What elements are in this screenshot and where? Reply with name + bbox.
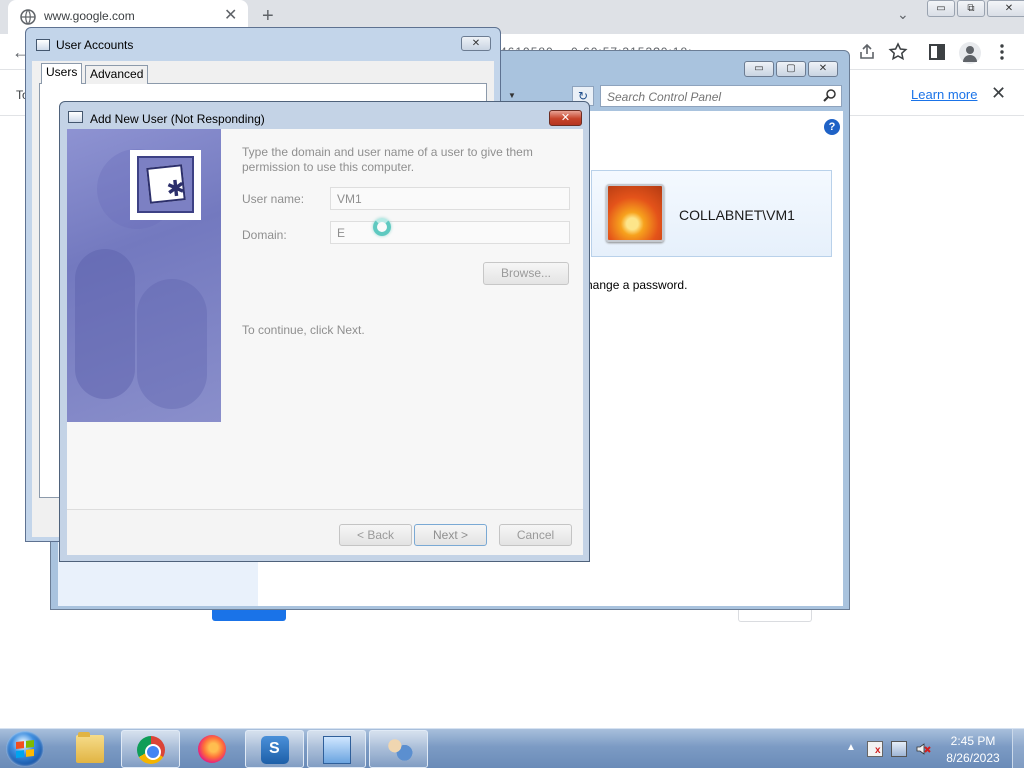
cancel-button[interactable]: Cancel	[499, 524, 572, 546]
close-button[interactable]: ✕	[549, 110, 582, 126]
menu-icon[interactable]	[992, 42, 1012, 62]
search-input[interactable]	[607, 89, 817, 105]
add-new-user-body: ✱ Type the domain and user name of a use…	[67, 129, 583, 555]
taskbar-control-panel[interactable]	[307, 730, 366, 768]
search-box[interactable]	[600, 85, 842, 107]
restore-button[interactable]: ⧉	[957, 0, 985, 17]
user-name: COLLABNET\VM1	[679, 207, 795, 223]
clock-time[interactable]: 2:45 PM	[948, 734, 998, 748]
profile-icon[interactable]	[959, 42, 981, 64]
window-icon	[36, 39, 50, 51]
network-icon[interactable]	[891, 741, 907, 757]
tab-advanced[interactable]: Advanced	[85, 65, 149, 84]
domain-field[interactable]	[330, 221, 570, 244]
keys-icon-glyph: ✱	[165, 175, 187, 202]
user-picture	[606, 184, 664, 242]
help-icon[interactable]: ?	[824, 119, 840, 135]
search-icon[interactable]	[823, 88, 837, 102]
dialog-title: Add New User (Not Responding)	[90, 112, 265, 126]
folder-icon	[76, 732, 104, 763]
minimize-button[interactable]: ▭	[927, 0, 955, 17]
taskbar-chrome[interactable]	[121, 730, 180, 768]
info-bar-close-icon[interactable]: ✕	[991, 83, 1006, 104]
window-icon	[68, 111, 83, 123]
volume-muted-icon[interactable]	[915, 741, 931, 757]
wizard-banner-shape	[137, 279, 207, 409]
taskbar-user-accounts[interactable]	[369, 730, 428, 768]
maximize-button[interactable]: ▢	[776, 61, 806, 77]
add-new-user-dialog: Add New User (Not Responding) ✕ ✱ Type t…	[59, 101, 590, 562]
tab-title: www.google.com	[44, 9, 135, 23]
wizard-banner: ✱	[67, 129, 221, 422]
start-button[interactable]	[6, 731, 44, 767]
taskbar-explorer[interactable]	[61, 730, 120, 768]
keys-icon: ✱	[130, 150, 201, 220]
next-button[interactable]: Next >	[414, 524, 487, 546]
taskbar: ▲ 2:45 PM 8/26/2023	[0, 728, 1024, 768]
clock-date[interactable]: 8/26/2023	[944, 751, 1002, 765]
action-center-icon[interactable]	[867, 741, 883, 757]
control-panel-icon	[323, 736, 351, 764]
show-hidden-icons-button[interactable]: ▲	[846, 742, 856, 753]
keys-icon-plate: ✱	[146, 164, 186, 204]
dialog-footer: < Back Next > Cancel	[67, 509, 583, 555]
firefox-icon	[198, 735, 226, 763]
back-button[interactable]: < Back	[339, 524, 412, 546]
close-button[interactable]: ✕	[461, 36, 491, 51]
control-panel-window-controls: ▭ ▢ ✕	[744, 61, 840, 77]
change-password-link[interactable]: hange a password.	[586, 278, 687, 292]
star-icon[interactable]	[888, 42, 908, 62]
new-tab-button[interactable]: +	[262, 5, 274, 27]
globe-icon	[20, 9, 36, 25]
close-button[interactable]: ✕	[808, 61, 838, 77]
show-desktop-button[interactable]	[1012, 729, 1024, 768]
taskbar-security[interactable]	[245, 730, 304, 768]
user-card: COLLABNET\VM1	[591, 170, 832, 257]
user-accounts-icon	[385, 736, 413, 764]
share-icon[interactable]	[857, 42, 877, 62]
taskbar-firefox[interactable]	[183, 730, 242, 768]
tab-users[interactable]: Users	[41, 63, 83, 84]
keys-icon-frame: ✱	[137, 156, 194, 213]
tab-search-icon[interactable]: ⌄	[897, 6, 909, 23]
minimize-button[interactable]: ▭	[744, 61, 774, 77]
user-accounts-title: User Accounts	[56, 38, 134, 52]
tab-close-icon[interactable]: ✕	[224, 7, 237, 25]
security-shield-icon	[261, 736, 289, 764]
username-field[interactable]	[330, 187, 570, 210]
username-label: User name:	[242, 192, 305, 206]
domain-label: Domain:	[242, 228, 287, 242]
learn-more-link[interactable]: Learn more	[911, 87, 977, 102]
close-button[interactable]: ✕	[987, 0, 1024, 17]
intro-text: Type the domain and user name of a user …	[242, 145, 533, 174]
browser-window-controls: ▭ ⧉ ✕	[927, 0, 1024, 18]
chrome-icon	[137, 736, 165, 764]
wizard-banner-shape	[75, 249, 135, 399]
continue-text: To continue, click Next.	[242, 323, 365, 337]
side-panel-icon[interactable]	[927, 42, 947, 62]
windows-logo-icon	[16, 740, 34, 758]
browse-button[interactable]: Browse...	[483, 262, 569, 285]
busy-spinner-icon	[373, 218, 391, 236]
